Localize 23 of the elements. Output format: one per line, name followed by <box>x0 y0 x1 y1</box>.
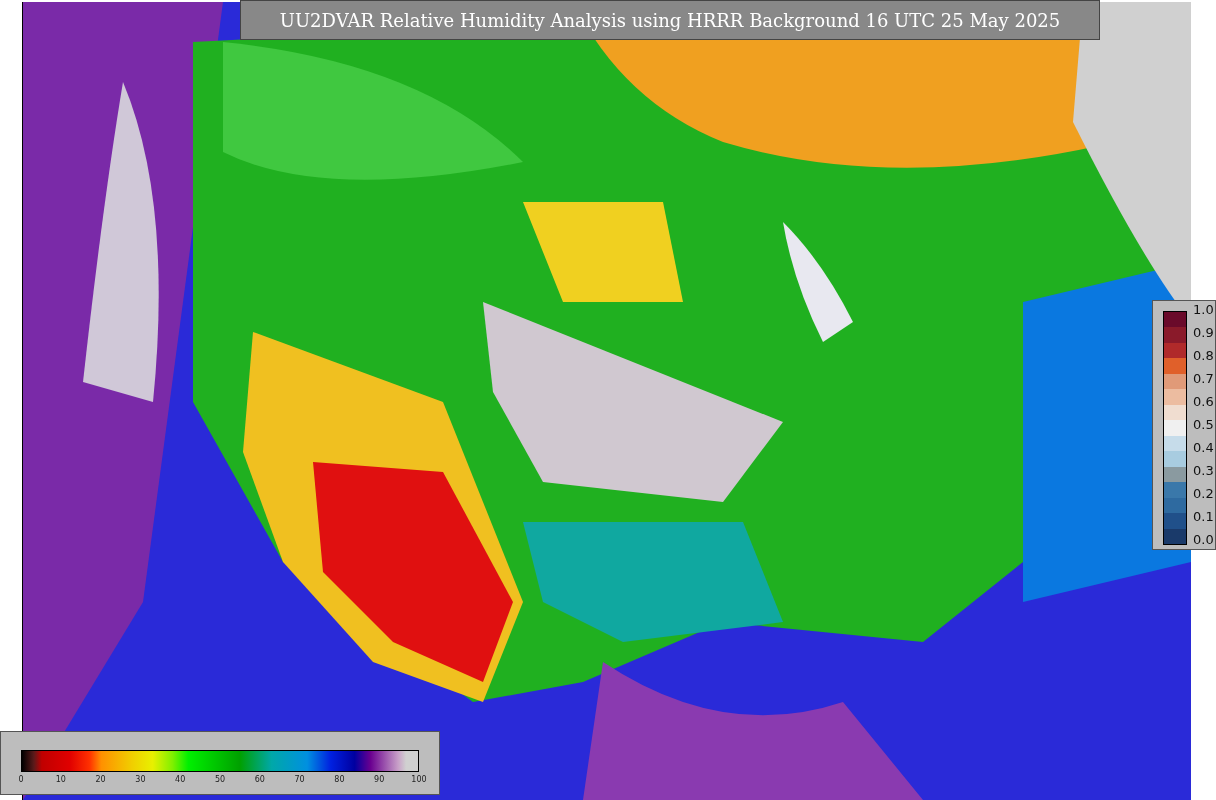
tick-label: 30 <box>135 775 146 784</box>
tick-label: 0.2 <box>1193 487 1214 501</box>
tick-label: 0 <box>18 775 24 784</box>
tick-label: 0.1 <box>1193 510 1214 524</box>
tick-label: 100 <box>411 775 427 784</box>
tick-label: 0.9 <box>1193 326 1214 340</box>
tick-label: 20 <box>95 775 106 784</box>
tick-label: 0.5 <box>1193 418 1214 432</box>
tick-label: 0.8 <box>1193 349 1214 363</box>
tick-label: 60 <box>254 775 265 784</box>
tick-label: 70 <box>294 775 305 784</box>
tick-label: 0.7 <box>1193 372 1214 386</box>
tick-label: 40 <box>175 775 186 784</box>
tick-label: 50 <box>214 775 226 784</box>
map-title: UU2DVAR Relative Humidity Analysis using HRRR Background 16 UTC 25 May 2025 <box>240 0 1100 40</box>
tick-label: 1.0 <box>1193 303 1214 317</box>
tick-label: 0.0 <box>1193 533 1214 547</box>
tick-label: 0.4 <box>1193 441 1214 455</box>
tick-label: 90 <box>374 775 385 784</box>
tick-label: 0.3 <box>1193 464 1214 478</box>
tick-label: 0.6 <box>1193 395 1214 409</box>
tick-label: 80 <box>334 775 345 784</box>
tick-label: 10 <box>55 775 66 784</box>
